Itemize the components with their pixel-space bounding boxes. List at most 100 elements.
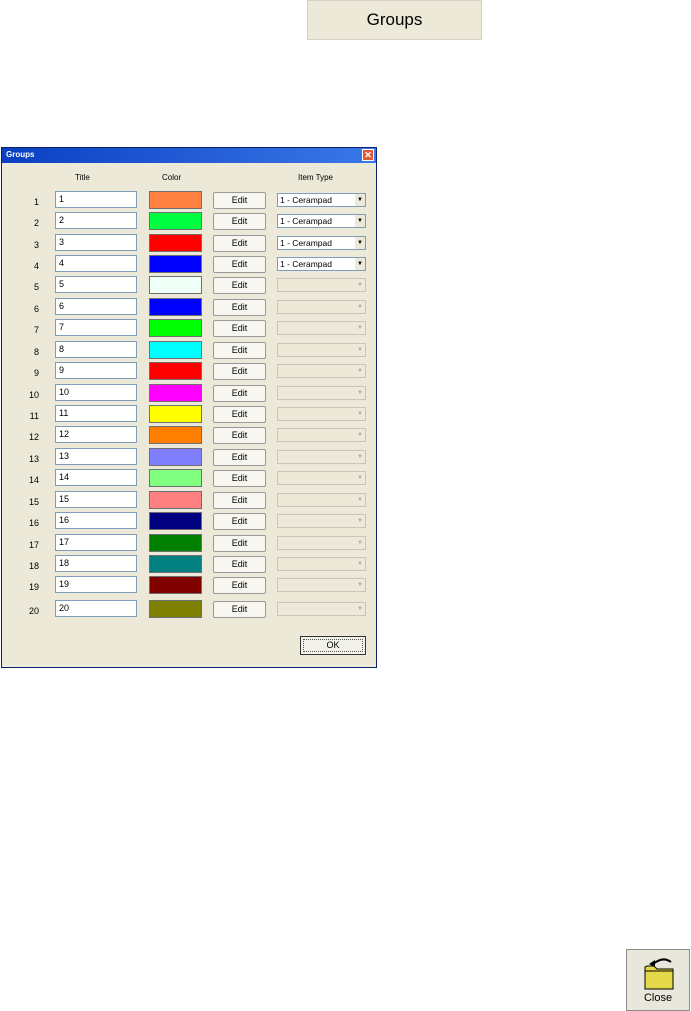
chevron-down-icon: ▼	[355, 365, 365, 377]
item-type-select: ▼	[277, 514, 366, 528]
row-number: 20	[28, 606, 39, 616]
color-swatch	[149, 448, 202, 466]
item-type-select[interactable]: 1 - Cerampad ▼	[277, 193, 366, 207]
group-row: 14 14 Edit ▼	[2, 469, 376, 489]
header-title: Title	[75, 173, 90, 182]
group-title-input[interactable]: 5	[55, 276, 137, 293]
group-title-input[interactable]: 19	[55, 576, 137, 593]
edit-color-button[interactable]: Edit	[213, 427, 266, 444]
row-number: 5	[33, 282, 39, 292]
group-title-input[interactable]: 11	[55, 405, 137, 422]
item-type-select[interactable]: 1 - Cerampad ▼	[277, 214, 366, 228]
edit-color-button[interactable]: Edit	[213, 213, 266, 230]
chevron-down-icon: ▼	[355, 279, 365, 291]
edit-color-button[interactable]: Edit	[213, 256, 266, 273]
edit-color-button[interactable]: Edit	[213, 601, 266, 618]
edit-color-button[interactable]: Edit	[213, 385, 266, 402]
edit-color-button[interactable]: Edit	[213, 235, 266, 252]
chevron-down-icon: ▼	[355, 603, 365, 615]
item-type-select: ▼	[277, 450, 366, 464]
item-type-select: ▼	[277, 493, 366, 507]
edit-color-button[interactable]: Edit	[213, 449, 266, 466]
dialog-titlebar: Groups ✕	[2, 148, 376, 163]
item-type-select: ▼	[277, 343, 366, 357]
item-type-select[interactable]: 1 - Cerampad ▼	[277, 257, 366, 271]
close-button[interactable]: Close	[626, 949, 690, 1011]
group-title-input[interactable]: 7	[55, 319, 137, 336]
edit-color-button[interactable]: Edit	[213, 342, 266, 359]
color-swatch	[149, 276, 202, 294]
group-title-input[interactable]: 20	[55, 600, 137, 617]
groups-button[interactable]: Groups	[307, 0, 482, 40]
chevron-down-icon: ▼	[355, 515, 365, 527]
item-type-select: ▼	[277, 602, 366, 616]
group-title-input[interactable]: 4	[55, 255, 137, 272]
edit-color-button[interactable]: Edit	[213, 556, 266, 573]
edit-color-button[interactable]: Edit	[213, 470, 266, 487]
item-type-select: ▼	[277, 471, 366, 485]
row-number: 14	[28, 475, 39, 485]
item-type-value: 1 - Cerampad	[280, 259, 332, 269]
edit-color-button[interactable]: Edit	[213, 299, 266, 316]
chevron-down-icon[interactable]: ▼	[355, 237, 365, 249]
row-number: 3	[33, 240, 39, 250]
edit-color-button[interactable]: Edit	[213, 513, 266, 530]
chevron-down-icon: ▼	[355, 429, 365, 441]
row-number: 6	[33, 304, 39, 314]
group-title-input[interactable]: 1	[55, 191, 137, 208]
group-row: 8 8 Edit ▼	[2, 341, 376, 361]
group-title-input[interactable]: 15	[55, 491, 137, 508]
item-type-select[interactable]: 1 - Cerampad ▼	[277, 236, 366, 250]
group-title-input[interactable]: 3	[55, 234, 137, 251]
edit-color-button[interactable]: Edit	[213, 320, 266, 337]
chevron-down-icon: ▼	[355, 344, 365, 356]
edit-color-button[interactable]: Edit	[213, 492, 266, 509]
chevron-down-icon: ▼	[355, 408, 365, 420]
group-title-input[interactable]: 17	[55, 534, 137, 551]
color-swatch	[149, 469, 202, 487]
chevron-down-icon: ▼	[355, 537, 365, 549]
item-type-value: 1 - Cerampad	[280, 216, 332, 226]
chevron-down-icon: ▼	[355, 579, 365, 591]
group-title-input[interactable]: 18	[55, 555, 137, 572]
row-number: 11	[29, 411, 39, 421]
color-swatch	[149, 491, 202, 509]
color-swatch	[149, 234, 202, 252]
color-swatch	[149, 212, 202, 230]
edit-color-button[interactable]: Edit	[213, 535, 266, 552]
group-row: 7 7 Edit ▼	[2, 319, 376, 339]
group-title-input[interactable]: 6	[55, 298, 137, 315]
group-row: 4 4 Edit 1 - Cerampad ▼	[2, 255, 376, 275]
group-row: 6 6 Edit ▼	[2, 298, 376, 318]
edit-color-button[interactable]: Edit	[213, 363, 266, 380]
chevron-down-icon[interactable]: ▼	[355, 194, 365, 206]
item-type-select: ▼	[277, 386, 366, 400]
group-title-input[interactable]: 12	[55, 426, 137, 443]
group-title-input[interactable]: 2	[55, 212, 137, 229]
group-row: 9 9 Edit ▼	[2, 362, 376, 382]
group-title-input[interactable]: 13	[55, 448, 137, 465]
color-swatch	[149, 191, 202, 209]
group-row: 20 20 Edit ▼	[2, 600, 376, 620]
item-type-value: 1 - Cerampad	[280, 195, 332, 205]
edit-color-button[interactable]: Edit	[213, 277, 266, 294]
group-title-input[interactable]: 10	[55, 384, 137, 401]
color-swatch	[149, 319, 202, 337]
edit-color-button[interactable]: Edit	[213, 577, 266, 594]
chevron-down-icon[interactable]: ▼	[355, 258, 365, 270]
row-number: 9	[33, 368, 39, 378]
item-type-select: ▼	[277, 407, 366, 421]
item-type-value: 1 - Cerampad	[280, 238, 332, 248]
group-title-input[interactable]: 16	[55, 512, 137, 529]
ok-button[interactable]: OK	[300, 636, 366, 655]
row-number: 8	[33, 347, 39, 357]
group-title-input[interactable]: 8	[55, 341, 137, 358]
group-title-input[interactable]: 14	[55, 469, 137, 486]
close-icon[interactable]: ✕	[362, 149, 374, 161]
edit-color-button[interactable]: Edit	[213, 406, 266, 423]
group-row: 3 3 Edit 1 - Cerampad ▼	[2, 234, 376, 254]
edit-color-button[interactable]: Edit	[213, 192, 266, 209]
group-title-input[interactable]: 9	[55, 362, 137, 379]
item-type-select: ▼	[277, 578, 366, 592]
chevron-down-icon[interactable]: ▼	[355, 215, 365, 227]
